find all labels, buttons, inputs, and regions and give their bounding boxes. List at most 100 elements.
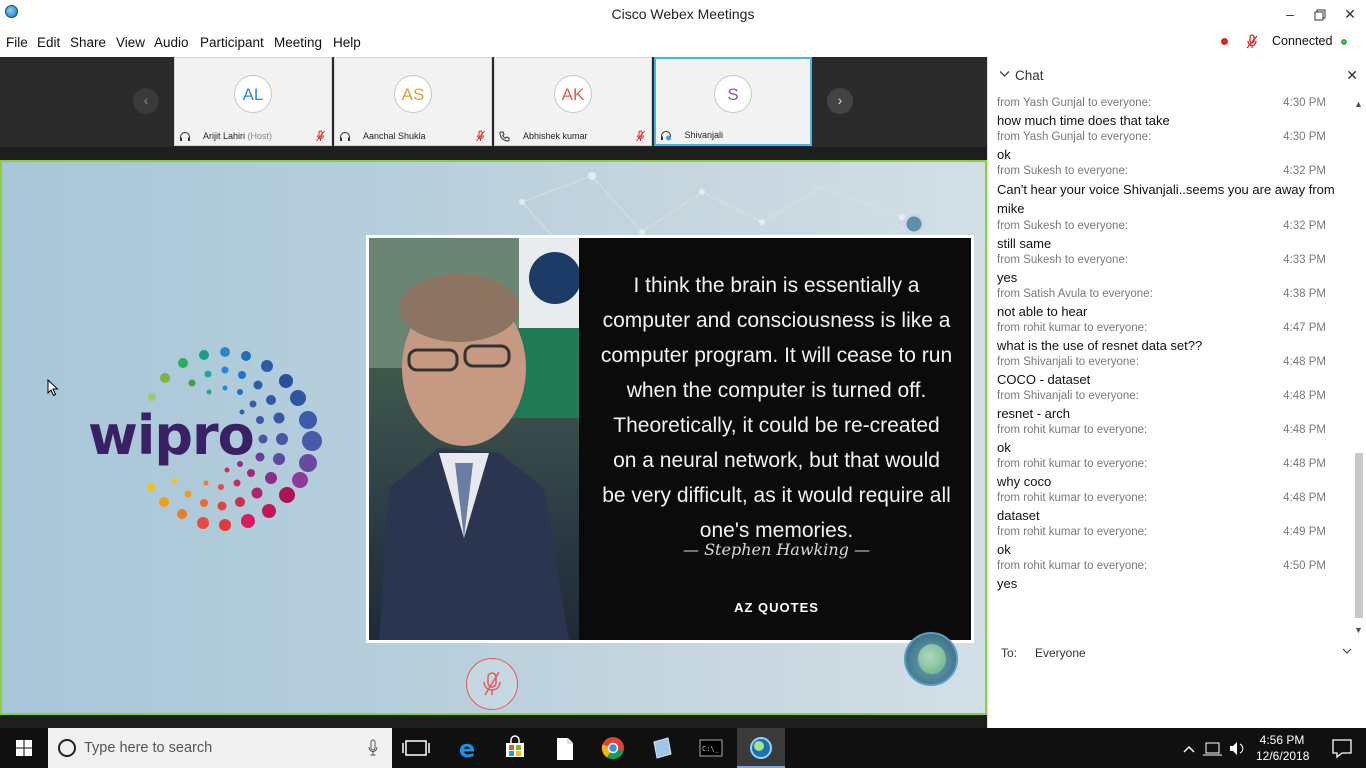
chat-message-text: yes	[997, 576, 1018, 591]
menu-meeting[interactable]: Meeting	[274, 35, 322, 50]
chat-title: Chat	[1015, 68, 1044, 83]
loading-spinner-icon	[904, 632, 958, 686]
participant-avatar: AL	[234, 75, 272, 113]
muted-mic-icon[interactable]	[1246, 34, 1258, 50]
chat-message-time: 4:33 PM	[1283, 254, 1326, 266]
menu-view[interactable]: View	[116, 35, 145, 50]
scroll-up-icon[interactable]: ▲	[1354, 99, 1363, 109]
menu-audio[interactable]: Audio	[154, 35, 189, 50]
search-placeholder: Type here to search	[84, 740, 213, 756]
chat-message-time: 4:30 PM	[1283, 131, 1326, 143]
participant-tile[interactable]: AL Arijit Lahiri (Host)	[174, 57, 332, 146]
muted-mic-icon[interactable]	[476, 130, 485, 142]
menu-file[interactable]: File	[6, 35, 28, 50]
file-icon[interactable]	[540, 728, 588, 768]
close-button[interactable]: ✕	[1335, 0, 1365, 30]
quote-slide-inner: I think the brain is essentially a compu…	[369, 238, 971, 640]
participant-name: Shivanjali	[684, 130, 724, 140]
chat-message-time: 4:32 PM	[1283, 165, 1326, 177]
minimize-button[interactable]: –	[1275, 0, 1305, 30]
chat-message-text: ok	[997, 440, 1011, 455]
menu-participant[interactable]: Participant	[200, 35, 264, 50]
muted-mic-icon[interactable]	[636, 130, 645, 142]
recording-indicator-icon	[1221, 38, 1228, 45]
previous-participants-button[interactable]: ‹	[133, 88, 159, 114]
webex-taskbar-icon[interactable]	[737, 728, 785, 768]
chrome-icon[interactable]	[589, 728, 637, 768]
participant-avatar: AK	[554, 75, 592, 113]
clock-time: 4:56 PM	[1259, 733, 1305, 747]
chat-message-time: 4:48 PM	[1283, 390, 1326, 402]
chat-message-text: Can't hear your voice Shivanjali..seems …	[997, 182, 1335, 216]
edge-browser-icon[interactable]: e	[443, 728, 491, 768]
participant-info: Arijit Lahiri (Host)	[179, 129, 327, 143]
chevron-down-icon[interactable]	[1342, 647, 1352, 655]
speaking-headset-icon	[661, 131, 671, 141]
chat-message-list[interactable]: from Yash Gunjal to everyone: 4:30 PM how …	[997, 95, 1342, 635]
chat-message: from Yash Gunjal to everyone: 4:30 PM how …	[997, 95, 1342, 129]
shared-content: wipro I think the brain is essentially a…	[0, 160, 987, 715]
chat-message-time: 4:48 PM	[1283, 492, 1326, 504]
store-icon[interactable]	[491, 728, 539, 768]
chat-message-time: 4:50 PM	[1283, 560, 1326, 572]
start-button[interactable]	[0, 728, 48, 768]
cortana-icon	[58, 739, 76, 757]
chat-message-text: why coco	[997, 474, 1052, 489]
taskbar-search-box[interactable]: Type here to search	[48, 728, 392, 768]
chat-message: from Shivanjali to everyone: 4:48 PM COCO …	[997, 354, 1342, 388]
menu-help[interactable]: Help	[333, 35, 361, 50]
participant-tile-active[interactable]: S Shivanjali	[654, 57, 812, 146]
clock-date: 12/6/2018	[1256, 749, 1310, 763]
chat-message-time: 4:48 PM	[1283, 356, 1326, 368]
chat-recipient-select[interactable]: Everyone	[1035, 646, 1086, 660]
participant-name: Abhishek kumar	[523, 131, 588, 141]
microphone-icon[interactable]	[368, 739, 378, 757]
chat-header: Chat ✕	[988, 57, 1366, 95]
floating-mute-button[interactable]	[466, 658, 518, 710]
chat-message-time: 4:48 PM	[1283, 424, 1326, 436]
mouse-cursor-icon	[47, 379, 59, 397]
wipro-logo-text: wipro	[88, 404, 255, 467]
chat-scrollbar[interactable]: ▲ ▼	[1350, 95, 1366, 635]
chat-message-time: 4:48 PM	[1283, 458, 1326, 470]
chat-message: from rohit kumar to everyone: 4:48 PM why …	[997, 456, 1342, 490]
participant-info: Aanchal Shukla	[339, 129, 487, 143]
window-title: Cisco Webex Meetings	[611, 6, 755, 22]
chat-message: from Satish Avula to everyone: 4:38 PM not…	[997, 286, 1342, 320]
restore-button[interactable]	[1305, 0, 1335, 30]
quote-slide: I think the brain is essentially a compu…	[366, 235, 974, 643]
menu-share[interactable]: Share	[70, 35, 106, 50]
scroll-thumb[interactable]	[1355, 453, 1363, 618]
participant-tile[interactable]: AK Abhishek kumar	[494, 57, 652, 146]
system-tray	[1180, 728, 1250, 768]
close-chat-icon[interactable]: ✕	[1346, 67, 1358, 84]
participant-info: Abhishek kumar	[499, 129, 647, 143]
notifications-icon[interactable]	[1318, 728, 1366, 768]
notepad-icon[interactable]	[638, 728, 686, 768]
svg-text:C:\_: C:\_	[702, 745, 720, 753]
scroll-down-icon[interactable]: ▼	[1354, 625, 1363, 635]
chat-message: from Sukesh to everyone: 4:32 PM still sam…	[997, 218, 1342, 252]
participant-avatar: S	[714, 75, 752, 113]
svg-text:e: e	[459, 735, 475, 763]
headset-icon	[180, 132, 190, 142]
chat-message-text: resnet - arch	[997, 406, 1070, 421]
muted-mic-icon[interactable]	[316, 130, 325, 142]
participant-tile[interactable]: AS Aanchal Shukla	[334, 57, 492, 146]
participant-info: Shivanjali	[660, 128, 806, 142]
chat-message-text: ok	[997, 147, 1011, 162]
command-prompt-icon[interactable]: C:\_	[687, 728, 735, 768]
menu-edit[interactable]: Edit	[37, 35, 60, 50]
chat-message-text: still same	[997, 236, 1052, 251]
connection-dot-icon	[1341, 39, 1347, 45]
taskbar-clock[interactable]: 4:56 PM 12/6/2018	[1256, 732, 1310, 764]
task-view-icon[interactable]	[392, 728, 440, 768]
chat-message: from rohit kumar to everyone: 4:48 PM data…	[997, 490, 1342, 524]
chat-message-text: not able to hear	[997, 304, 1088, 319]
chevron-down-icon[interactable]	[999, 70, 1010, 78]
participant-strip: ‹ AL Arijit Lahiri (Host) AS Aanchal Shu…	[0, 57, 987, 147]
stage-bottom-bar	[0, 715, 987, 728]
chat-message-time: 4:30 PM	[1283, 97, 1326, 109]
next-participants-button[interactable]: ›	[827, 88, 853, 114]
chat-message-time: 4:47 PM	[1283, 322, 1326, 334]
